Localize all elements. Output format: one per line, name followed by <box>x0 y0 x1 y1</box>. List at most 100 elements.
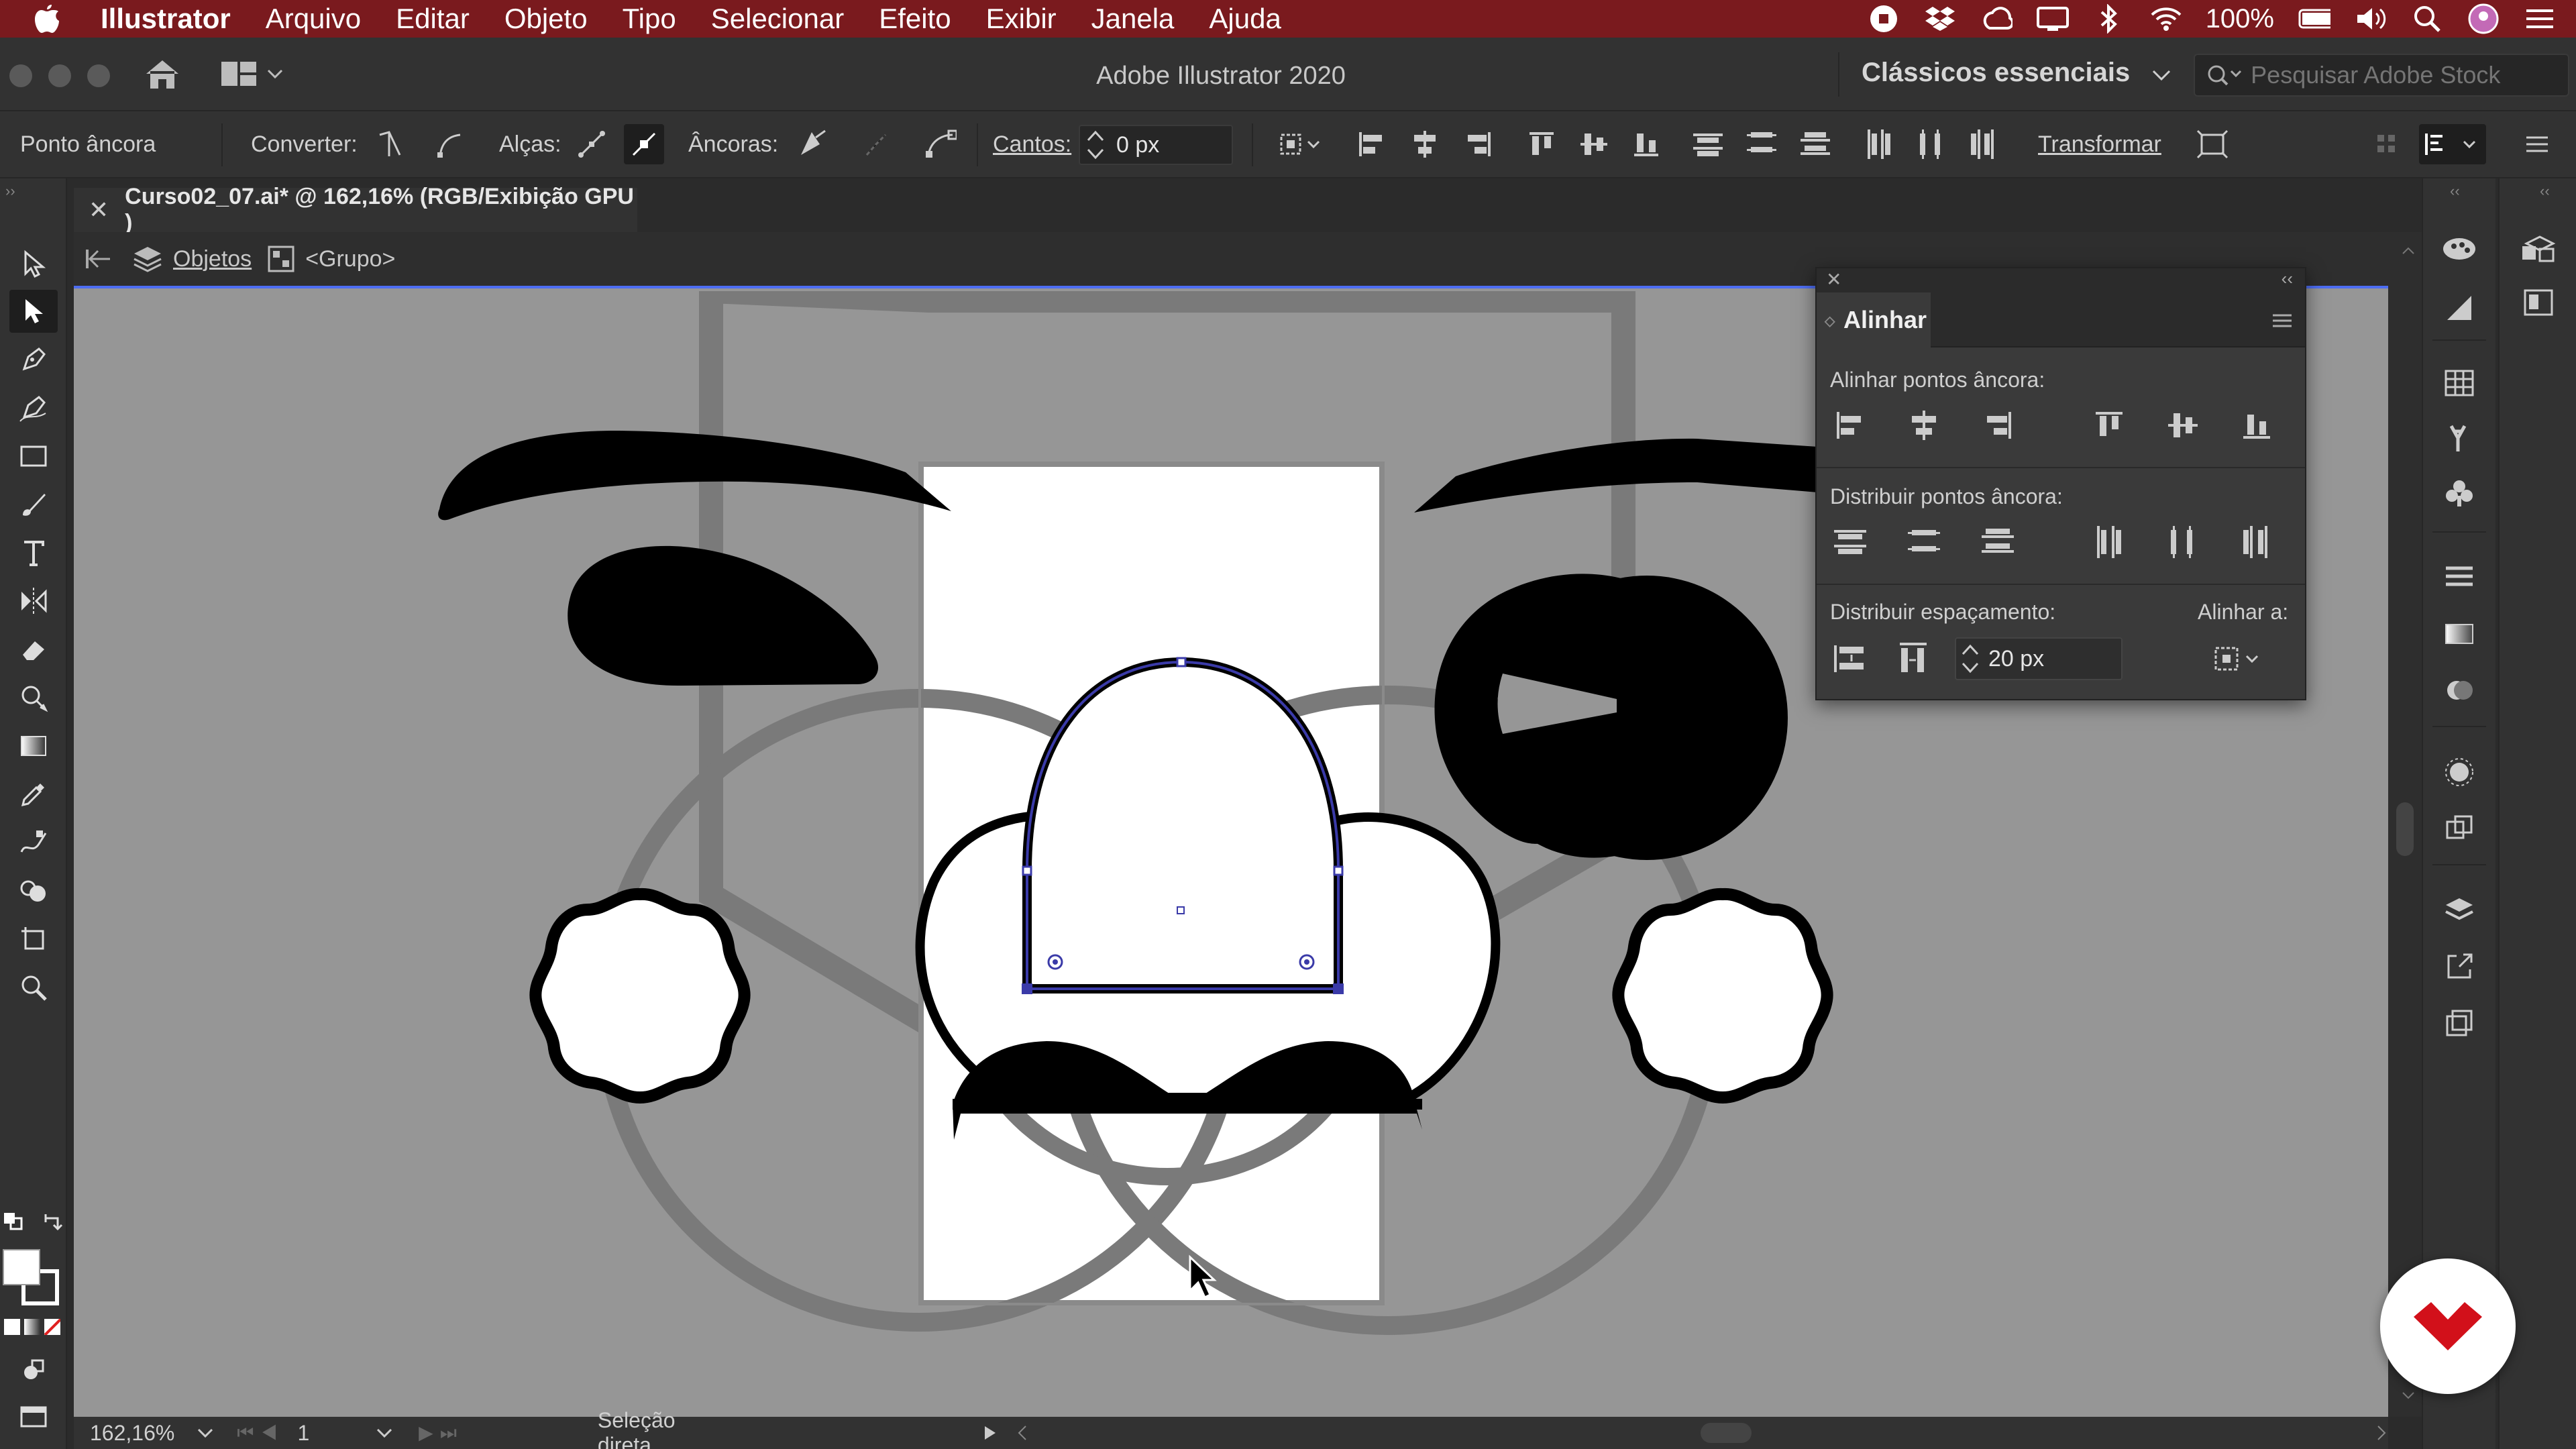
stroke-panel-icon[interactable] <box>2434 554 2485 601</box>
stepper-icon[interactable] <box>1960 642 1980 676</box>
menu-arquivo[interactable]: Arquivo <box>248 0 378 38</box>
convert-to-smooth-icon[interactable] <box>429 124 470 164</box>
swatches-icon[interactable] <box>2434 360 2485 407</box>
anchor-point-left[interactable] <box>1022 865 1032 876</box>
current-tool-status[interactable]: Seleção direta <box>598 1408 729 1449</box>
align-anchors-right-icon[interactable] <box>1976 404 2019 447</box>
zoom-level[interactable]: 162,16% <box>90 1421 174 1446</box>
transparency-icon[interactable] <box>2434 667 2485 714</box>
scroll-thumb[interactable] <box>2396 802 2414 856</box>
eraser-tool-icon[interactable] <box>9 628 58 671</box>
free-transform-tool-icon[interactable] <box>9 676 58 719</box>
menu-editar[interactable]: Editar <box>378 0 487 38</box>
gradient-swatch-icon[interactable] <box>2434 610 2485 657</box>
tab-expand-icon[interactable]: ◇ <box>1825 313 1835 329</box>
distribute-anchors-hcenter-icon[interactable] <box>2161 521 2204 564</box>
isolate-group-icon[interactable] <box>2192 124 2233 164</box>
corners-field[interactable]: 0 px <box>1079 125 1233 165</box>
default-colors-icon[interactable] <box>3 1212 27 1235</box>
panel-menu-icon[interactable] <box>2271 313 2293 332</box>
horizontal-scroll-thumb[interactable] <box>1700 1423 1752 1443</box>
distribute-horizontal-center-icon[interactable] <box>1911 124 1951 164</box>
draw-mode-icon[interactable] <box>9 1348 58 1391</box>
scroll-right-icon[interactable] <box>2375 1425 2388 1441</box>
none-mode-icon[interactable] <box>44 1319 60 1335</box>
swap-colors-icon[interactable] <box>42 1212 63 1235</box>
eyedropper-tool-icon[interactable] <box>9 773 58 816</box>
curvature-tool-icon[interactable] <box>9 386 58 429</box>
menu-janela[interactable]: Janela <box>1074 0 1192 38</box>
cut-path-icon[interactable] <box>920 124 961 164</box>
align-left-icon[interactable] <box>1351 124 1391 164</box>
dropbox-icon[interactable] <box>1924 5 1956 32</box>
properties-toggle-icon[interactable] <box>2419 124 2486 164</box>
scroll-down-icon[interactable] <box>2402 1391 2415 1404</box>
fill-stroke-swatches[interactable] <box>1 1249 63 1305</box>
align-anchors-hcenter-icon[interactable] <box>1902 404 1945 447</box>
chevron-down-icon[interactable] <box>197 1428 213 1438</box>
collapse-toolbar-icon[interactable]: ›› <box>5 182 15 200</box>
hide-handles-icon[interactable] <box>624 124 664 164</box>
graphic-styles-icon[interactable] <box>2434 805 2485 852</box>
distribute-top-icon[interactable] <box>1688 124 1728 164</box>
artboards-panel-icon[interactable] <box>2434 1000 2485 1046</box>
align-to-dropdown[interactable] <box>2208 637 2269 680</box>
align-right-icon[interactable] <box>1458 124 1499 164</box>
gradient-tool-icon[interactable] <box>9 724 58 767</box>
blend-tool-icon[interactable] <box>9 821 58 864</box>
vertical-scrollbar[interactable] <box>2388 232 2422 1417</box>
gradient-mode-icon[interactable] <box>24 1319 40 1335</box>
anchor-point-top[interactable] <box>1176 657 1187 667</box>
distribute-anchors-bottom-icon[interactable] <box>1976 521 2019 564</box>
gradient-panel-icon[interactable] <box>2434 284 2485 331</box>
vertical-distribute-space-icon[interactable] <box>1829 637 1872 680</box>
corners-label[interactable]: Cantos: <box>993 131 1071 158</box>
align-horizontal-center-icon[interactable] <box>1405 124 1445 164</box>
distribute-bottom-icon[interactable] <box>1795 124 1835 164</box>
rectangle-tool-icon[interactable] <box>9 435 58 478</box>
align-bottom-icon[interactable] <box>1626 124 1666 164</box>
zoom-tool-icon[interactable] <box>9 966 58 1009</box>
record-icon[interactable] <box>1868 5 1900 32</box>
menu-efeito[interactable]: Efeito <box>861 0 968 38</box>
chevron-down-icon[interactable] <box>376 1428 392 1438</box>
anchor-point-bottom-left[interactable] <box>1022 983 1032 994</box>
convert-to-corner-icon[interactable] <box>370 124 411 164</box>
artboard-tool-icon[interactable] <box>9 918 58 961</box>
symbols-icon[interactable] <box>2434 470 2485 517</box>
reflect-tool-icon[interactable] <box>9 580 58 623</box>
menu-selecionar[interactable]: Selecionar <box>694 0 861 38</box>
menu-tipo[interactable]: Tipo <box>605 0 694 38</box>
properties-panel-icon[interactable] <box>2513 279 2564 326</box>
fill-swatch[interactable] <box>3 1249 40 1285</box>
spotlight-search-icon[interactable] <box>2411 5 2443 32</box>
shape-builder-tool-icon[interactable] <box>9 869 58 912</box>
appearance-icon[interactable] <box>2434 749 2485 796</box>
align-anchors-bottom-icon[interactable] <box>2235 404 2278 447</box>
horizontal-distribute-space-icon[interactable] <box>1892 637 1935 680</box>
screen-mode-icon[interactable] <box>9 1395 58 1438</box>
collapse-panel-icon[interactable]: ‹‹ <box>2282 268 2293 289</box>
artboard-nav-prev-icons[interactable]: ⏮◀ <box>237 1422 284 1444</box>
screen-icon[interactable] <box>2036 5 2069 32</box>
align-panel-header[interactable]: ✕ ‹‹ <box>1817 268 2305 292</box>
wifi-icon[interactable] <box>2149 5 2182 32</box>
artboard-nav-next-icons[interactable]: ▶⏭ <box>419 1421 464 1444</box>
apple-icon[interactable] <box>27 0 67 38</box>
document-tab[interactable]: ✕ Curso02_07.ai* @ 162,16% (RGB/Exibição… <box>74 184 637 235</box>
color-mode-icon[interactable] <box>4 1319 20 1335</box>
align-to-selection-icon[interactable] <box>1275 124 1328 164</box>
align-anchors-top-icon[interactable] <box>2088 404 2131 447</box>
distribute-anchors-vcenter-icon[interactable] <box>1902 521 1945 564</box>
pen-tool-icon[interactable] <box>9 338 58 381</box>
volume-icon[interactable] <box>2355 5 2387 32</box>
user-avatar-icon[interactable] <box>2467 3 2500 34</box>
collapse-dock-icon[interactable]: ‹‹ <box>2450 182 2460 200</box>
spacing-field[interactable]: 20 px <box>1955 637 2123 680</box>
adobe-stock-search[interactable] <box>2194 54 2569 97</box>
workspace-switcher[interactable]: Clássicos essenciais <box>1862 58 2171 88</box>
export-icon[interactable] <box>2434 943 2485 990</box>
menu-objeto[interactable]: Objeto <box>487 0 605 38</box>
show-handles-icon[interactable] <box>572 124 612 164</box>
panel-menu-icon[interactable] <box>2517 124 2557 164</box>
